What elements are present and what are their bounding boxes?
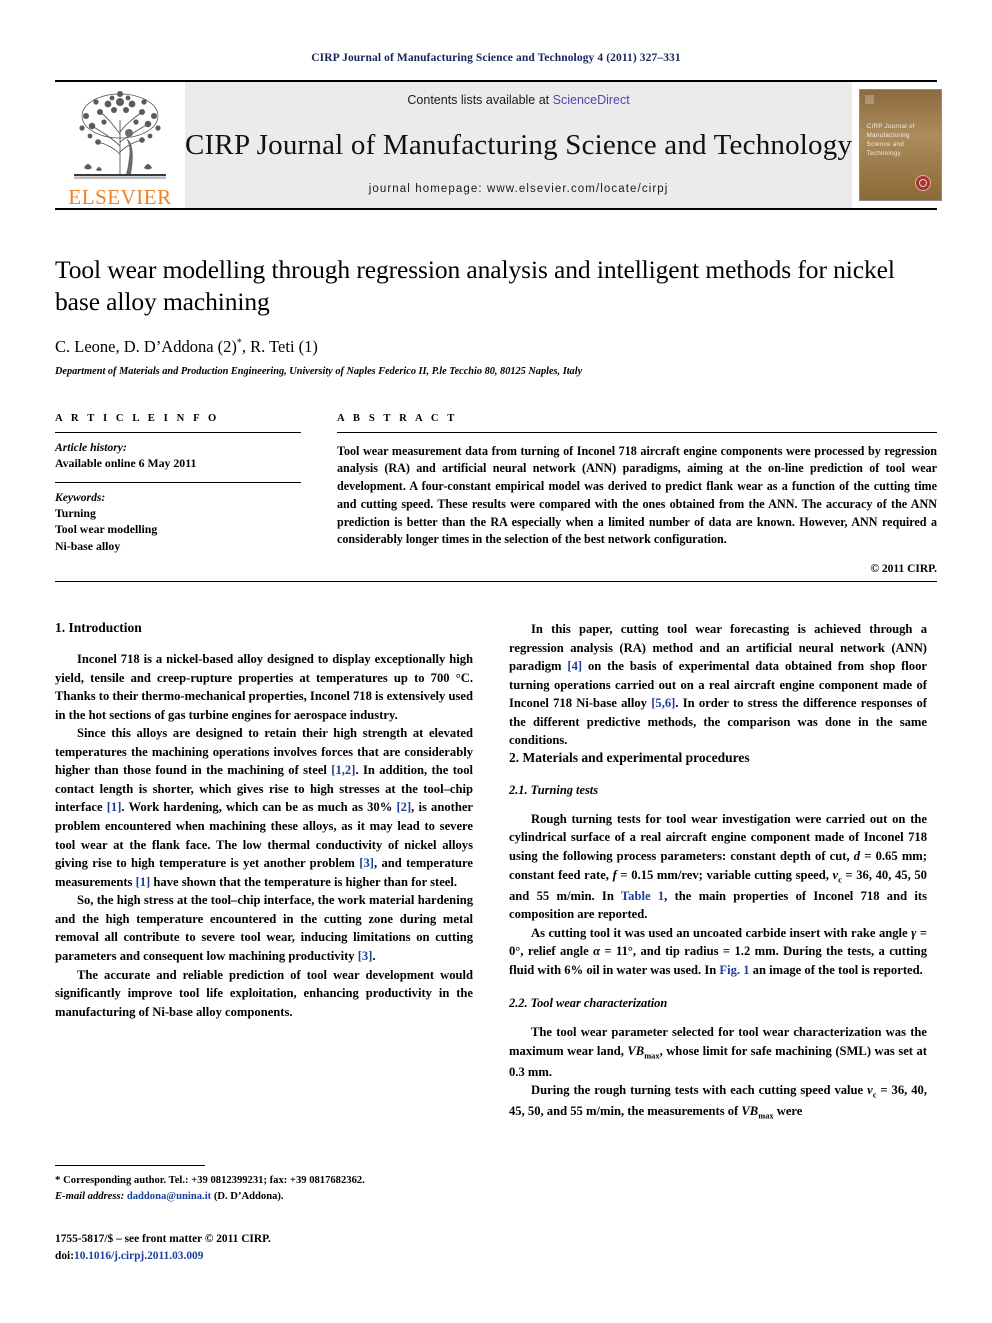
- author-list: C. Leone, D. D’Addona (2)*, R. Teti (1): [55, 337, 937, 357]
- running-head: CIRP Journal of Manufacturing Science an…: [311, 52, 681, 64]
- sciencedirect-link[interactable]: ScienceDirect: [553, 93, 630, 107]
- text-run: So, the high stress at the tool–chip int…: [55, 893, 473, 963]
- paragraph: The accurate and reliable prediction of …: [55, 967, 473, 1019]
- subsection-heading-tool-wear-characterization: 2.2. Tool wear characterization: [509, 996, 668, 1011]
- elsevier-wordmark: ELSEVIER: [68, 185, 172, 209]
- cirp-logo-icon: [914, 175, 931, 191]
- doi-prefix: doi:: [55, 1249, 74, 1262]
- paragraph: In this paper, cutting tool wear forecas…: [509, 620, 927, 750]
- elsevier-tree-icon: [74, 91, 166, 179]
- symbol-vb-subscript: max: [644, 1051, 660, 1061]
- email-note: E-mail address: daddona@unina.it (D. D’A…: [55, 1189, 473, 1204]
- title-block: Tool wear modelling through regression a…: [55, 254, 937, 377]
- paragraph: The tool wear parameter selected for too…: [509, 1023, 927, 1081]
- footnote-block: * Corresponding author. Tel.: +39 081239…: [55, 1165, 473, 1265]
- paragraph: During the rough turning tests with each…: [509, 1081, 927, 1123]
- footnote-star-marker: *: [55, 1174, 61, 1187]
- journal-title: CIRP Journal of Manufacturing Science an…: [185, 128, 853, 161]
- article-history-value: Available online 6 May 2011: [55, 455, 197, 470]
- article-info-label: A R T I C L E I N F O: [55, 412, 220, 424]
- contents-available-line: Contents lists available at ScienceDirec…: [407, 93, 629, 107]
- footnote-rule: [55, 1165, 205, 1167]
- paragraph: Since this alloys are designed to retain…: [55, 724, 473, 891]
- text-run: .: [372, 948, 376, 963]
- table-ref[interactable]: Table 1: [621, 889, 664, 903]
- paragraph: Rough turning tests for tool wear invest…: [509, 810, 927, 924]
- text-run: During the rough turning tests with each…: [531, 1083, 868, 1098]
- text-run: were: [773, 1104, 803, 1119]
- info-abstract-row: A R T I C L E I N F O Article history: A…: [55, 413, 937, 575]
- info-abstract-bottom-rule: [55, 580, 937, 582]
- symbol-vb: VB: [627, 1043, 645, 1058]
- citation-ref[interactable]: [1,2]: [331, 763, 355, 777]
- citation-ref[interactable]: [3]: [358, 949, 373, 963]
- affiliation: Department of Materials and Production E…: [55, 365, 583, 377]
- abstract-copyright: © 2011 CIRP.: [870, 562, 937, 575]
- keyword-item: Tool wear modelling: [55, 522, 158, 537]
- corresponding-author-note: * Corresponding author. Tel.: +39 081239…: [55, 1173, 473, 1189]
- cover-title-text: CIRP Journal of Manufacturing Science an…: [866, 123, 915, 157]
- authors-secondary: , R. Teti (1): [241, 336, 318, 356]
- paper-page: CIRP Journal of Manufacturing Science an…: [0, 0, 992, 1323]
- article-info-column: A R T I C L E I N F O Article history: A…: [55, 413, 325, 575]
- citation-ref[interactable]: [1]: [136, 875, 151, 889]
- left-column: 1. Introduction Inconel 718 is a nickel-…: [55, 620, 473, 1123]
- body-two-column: 1. Introduction Inconel 718 is a nickel-…: [55, 620, 937, 1123]
- citation-ref[interactable]: [1]: [107, 800, 122, 814]
- section-heading-introduction: 1. Introduction: [55, 619, 142, 635]
- figure-ref[interactable]: Fig. 1: [719, 963, 749, 977]
- journal-cover-thumbnail: CIRP Journal of Manufacturing Science an…: [858, 89, 942, 201]
- keywords-heading: Keywords:: [55, 490, 106, 504]
- paragraph: As cutting tool it was used an uncoated …: [509, 924, 927, 980]
- text-run: an image of the tool is reported.: [749, 962, 923, 977]
- article-history-heading: Article history:: [55, 440, 127, 454]
- masthead-bottom-rule: [55, 208, 937, 210]
- imprint-block: 1755-5817/$ – see front matter © 2011 CI…: [55, 1231, 473, 1265]
- citation-ref[interactable]: [2]: [396, 800, 411, 814]
- text-run: . Work hardening, which can be as much a…: [121, 800, 397, 815]
- text-run: = 0.15 mm/rev; variable cutting speed,: [616, 867, 833, 882]
- symbol-vb-subscript: max: [758, 1111, 774, 1121]
- journal-banner: Contents lists available at ScienceDirec…: [185, 82, 853, 208]
- page-title: Tool wear modelling through regression a…: [55, 255, 895, 317]
- paragraph: Inconel 718 is a nickel-based alloy desi…: [55, 651, 473, 722]
- keyword-item: Turning: [55, 505, 96, 520]
- journal-cover-block: CIRP Journal of Manufacturing Science an…: [852, 82, 948, 208]
- elsevier-logo-block: ELSEVIER: [55, 82, 185, 208]
- authors-primary: C. Leone, D. D’Addona (2): [55, 336, 237, 356]
- citation-ref[interactable]: [3]: [359, 856, 374, 870]
- journal-homepage-link[interactable]: journal homepage: www.elsevier.com/locat…: [369, 183, 669, 195]
- paragraph: So, the high stress at the tool–chip int…: [55, 891, 473, 965]
- article-history-group: Article history: Available online 6 May …: [55, 433, 301, 482]
- abstract-text: Tool wear measurement data from turning …: [337, 443, 937, 547]
- cover-corner-mark: [864, 95, 874, 104]
- issn-front-matter: 1755-5817/$ – see front matter © 2011 CI…: [55, 1232, 271, 1245]
- right-column: In this paper, cutting tool wear forecas…: [509, 620, 927, 1123]
- contents-prefix-text: Contents lists available at: [407, 93, 553, 107]
- subsection-heading-turning-tests: 2.1. Turning tests: [509, 782, 599, 797]
- text-run: As cutting tool it was used an uncoated …: [531, 925, 912, 940]
- symbol-alpha: α: [593, 944, 601, 959]
- doi-link[interactable]: 10.1016/j.cirpj.2011.03.009: [74, 1250, 203, 1262]
- citation-ref[interactable]: [5,6]: [651, 696, 675, 710]
- email-link[interactable]: daddona@unina.it: [127, 1191, 211, 1202]
- text-run: have shown that the temperature is highe…: [150, 874, 458, 889]
- keywords-group: Keywords: Turning Tool wear modelling Ni…: [55, 483, 301, 565]
- symbol-vb: VB: [741, 1104, 759, 1119]
- doi-line: doi:10.1016/j.cirpj.2011.03.009: [55, 1248, 473, 1265]
- citation-ref[interactable]: [4]: [567, 659, 582, 673]
- abstract-label: A B S T R A C T: [337, 412, 458, 424]
- corresponding-author-text: Corresponding author. Tel.: +39 08123992…: [63, 1175, 365, 1187]
- journal-masthead: ELSEVIER Contents lists available at Sci…: [55, 80, 942, 208]
- email-owner: (D. D’Addona).: [213, 1191, 284, 1203]
- email-label: E-mail address:: [55, 1191, 125, 1203]
- section-heading-materials: 2. Materials and experimental procedures: [509, 749, 750, 765]
- abstract-column: A B S T R A C T Tool wear measurement da…: [325, 413, 937, 575]
- keyword-item: Ni-base alloy: [55, 539, 121, 553]
